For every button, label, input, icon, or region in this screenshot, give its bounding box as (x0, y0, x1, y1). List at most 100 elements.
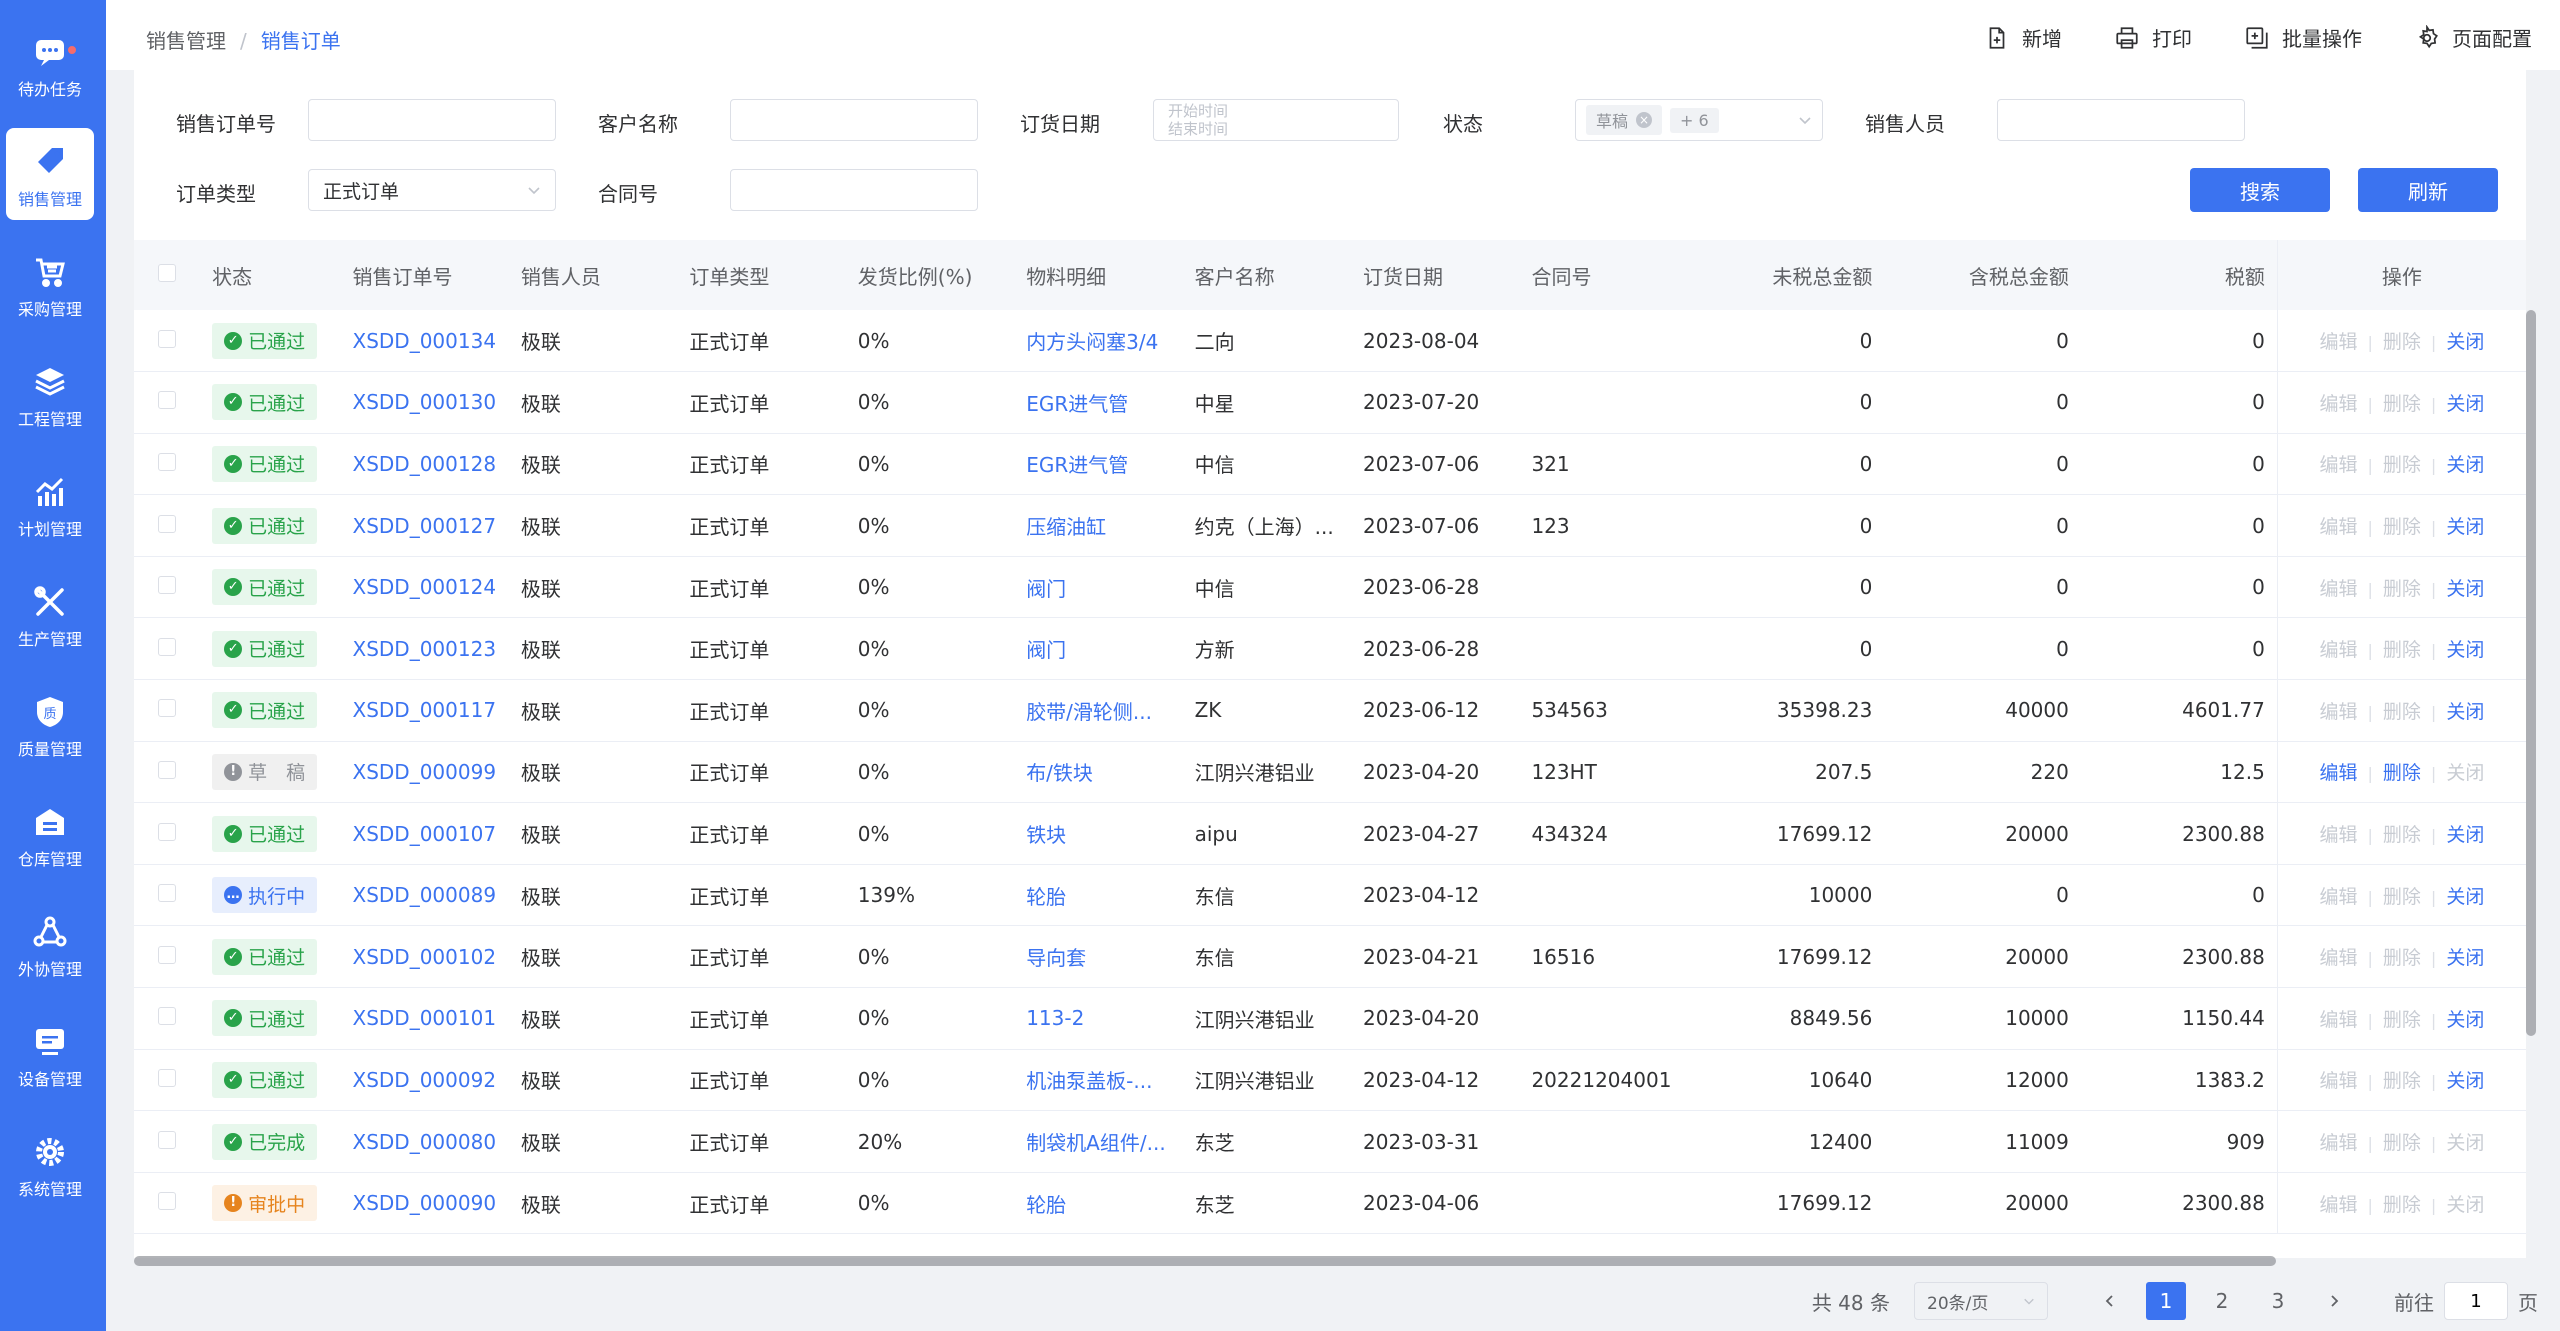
order-no-link[interactable]: XSDD_000128 (340, 433, 509, 496)
material-link[interactable]: 阀门 (1014, 617, 1183, 681)
salesperson-input[interactable] (1997, 99, 2245, 141)
sidebar-item-3[interactable]: 工程管理 (6, 348, 94, 440)
material-link[interactable]: 胶带/滑轮侧... (1014, 679, 1183, 742)
close-button[interactable]: 关闭 (2446, 947, 2484, 969)
order-no-link[interactable]: XSDD_000089 (340, 864, 509, 927)
sidebar-item-0[interactable]: 待办任务 (6, 18, 94, 110)
edit-button[interactable]: 编辑 (2320, 762, 2358, 784)
select-all-checkbox[interactable] (158, 264, 177, 282)
order-no-link[interactable]: XSDD_000117 (340, 679, 509, 742)
sidebar-item-6[interactable]: 质质量管理 (6, 678, 94, 770)
tag-close-icon[interactable]: × (1636, 112, 1653, 128)
vertical-scrollbar[interactable] (2526, 310, 2536, 1036)
row-checkbox[interactable] (158, 1068, 177, 1087)
row-checkbox[interactable] (158, 1192, 177, 1211)
sidebar-item-4[interactable]: 计划管理 (6, 458, 94, 550)
order-no-link[interactable]: XSDD_000090 (340, 1172, 509, 1235)
page-button-3[interactable]: 3 (2258, 1282, 2298, 1320)
order-no-link[interactable]: XSDD_000130 (340, 371, 509, 434)
row-checkbox[interactable] (158, 699, 177, 718)
material-link[interactable]: 压缩油缸 (1014, 494, 1183, 557)
close-button[interactable]: 关闭 (2446, 1009, 2484, 1031)
page-button-2[interactable]: 2 (2202, 1282, 2242, 1320)
row-checkbox[interactable] (158, 760, 177, 779)
order-no-link[interactable]: XSDD_000099 (340, 741, 509, 804)
sidebar-item-1[interactable]: 销售管理 (6, 128, 94, 220)
row-checkbox[interactable] (158, 884, 177, 903)
search-button[interactable]: 搜索 (2190, 168, 2330, 212)
close-button[interactable]: 关闭 (2446, 639, 2484, 661)
page-button-1[interactable]: 1 (2146, 1282, 2186, 1320)
close-button[interactable]: 关闭 (2446, 1070, 2484, 1092)
breadcrumb-parent[interactable]: 销售管理 (146, 29, 226, 53)
order-no-link[interactable]: XSDD_000124 (340, 556, 509, 619)
material-link[interactable]: 轮胎 (1014, 864, 1183, 927)
add-button[interactable]: 新增 (1984, 23, 2062, 52)
svg-text:质: 质 (43, 707, 56, 722)
sidebar-item-2[interactable]: 采购管理 (6, 238, 94, 330)
sidebar-item-10[interactable]: 系统管理 (6, 1118, 94, 1210)
status-select[interactable]: 草稿 × + 6 (1575, 99, 1823, 141)
order-no-link[interactable]: XSDD_000092 (340, 1049, 509, 1112)
prev-page-button[interactable] (2090, 1282, 2130, 1320)
row-checkbox[interactable] (158, 514, 177, 533)
material-link[interactable]: 轮胎 (1014, 1172, 1183, 1235)
material-link[interactable]: 内方头闷塞3/4 (1014, 310, 1183, 373)
row-checkbox[interactable] (158, 576, 177, 595)
order-type-select[interactable]: 正式订单 (308, 169, 556, 211)
customer-input[interactable] (730, 99, 978, 141)
close-button[interactable]: 关闭 (2446, 454, 2484, 476)
page-size-value: 20条/页 (1927, 1293, 1989, 1314)
order-no-link[interactable]: XSDD_000123 (340, 617, 509, 681)
goto-page-input[interactable] (2444, 1282, 2508, 1320)
refresh-button[interactable]: 刷新 (2358, 168, 2498, 212)
order-date-range[interactable]: 开始时间 结束时间 (1153, 99, 1399, 141)
row-checkbox[interactable] (158, 1007, 177, 1026)
close-button[interactable]: 关闭 (2446, 578, 2484, 600)
order-type-cell: 正式订单 (677, 556, 846, 619)
material-link[interactable]: EGR进气管 (1014, 433, 1183, 496)
order-no-link[interactable]: XSDD_000101 (340, 987, 509, 1050)
close-button[interactable]: 关闭 (2446, 886, 2484, 908)
next-page-button[interactable] (2314, 1282, 2354, 1320)
horizontal-scrollbar[interactable] (134, 1256, 2276, 1266)
material-link[interactable]: 阀门 (1014, 556, 1183, 619)
print-button[interactable]: 打印 (2114, 23, 2192, 52)
material-link[interactable]: EGR进气管 (1014, 371, 1183, 434)
material-link[interactable]: 机油泵盖板-... (1014, 1049, 1183, 1112)
row-checkbox[interactable] (158, 452, 177, 471)
material-link[interactable]: 导向套 (1014, 925, 1183, 989)
close-button[interactable]: 关闭 (2446, 824, 2484, 846)
material-link[interactable]: 铁块 (1014, 802, 1183, 865)
row-checkbox[interactable] (158, 945, 177, 964)
batch-operation-button[interactable]: 批量操作 (2244, 23, 2362, 52)
delete-button[interactable]: 删除 (2383, 762, 2421, 784)
chat-icon (6, 34, 94, 70)
order-no-link[interactable]: XSDD_000080 (340, 1110, 509, 1173)
operations-cell: 编辑 | 删除 | 关闭 (2276, 1049, 2526, 1112)
row-checkbox[interactable] (158, 637, 177, 656)
order-no-link[interactable]: XSDD_000107 (340, 802, 509, 865)
close-button[interactable]: 关闭 (2446, 701, 2484, 723)
close-button[interactable]: 关闭 (2446, 331, 2484, 353)
material-link[interactable]: 113-2 (1014, 987, 1183, 1050)
sidebar-item-7[interactable]: 仓库管理 (6, 788, 94, 880)
close-button[interactable]: 关闭 (2446, 393, 2484, 415)
material-link[interactable]: 布/铁块 (1014, 741, 1183, 804)
page-size-select[interactable]: 20条/页 (1914, 1282, 2048, 1320)
material-link[interactable]: 制袋机A组件/... (1014, 1110, 1183, 1173)
order-no-link[interactable]: XSDD_000134 (340, 310, 509, 373)
close-button[interactable]: 关闭 (2446, 516, 2484, 538)
order-no-link[interactable]: XSDD_000127 (340, 494, 509, 557)
row-checkbox[interactable] (158, 1130, 177, 1149)
sidebar-item-8[interactable]: 外协管理 (6, 898, 94, 990)
row-checkbox[interactable] (158, 329, 177, 348)
contract-input[interactable] (730, 169, 978, 211)
sidebar-item-9[interactable]: 设备管理 (6, 1008, 94, 1100)
order-no-input[interactable] (308, 99, 556, 141)
sidebar-item-5[interactable]: 生产管理 (6, 568, 94, 660)
page-config-button[interactable]: 页面配置 (2414, 23, 2532, 52)
row-checkbox[interactable] (158, 822, 177, 841)
row-checkbox[interactable] (158, 391, 177, 410)
order-no-link[interactable]: XSDD_000102 (340, 925, 509, 989)
